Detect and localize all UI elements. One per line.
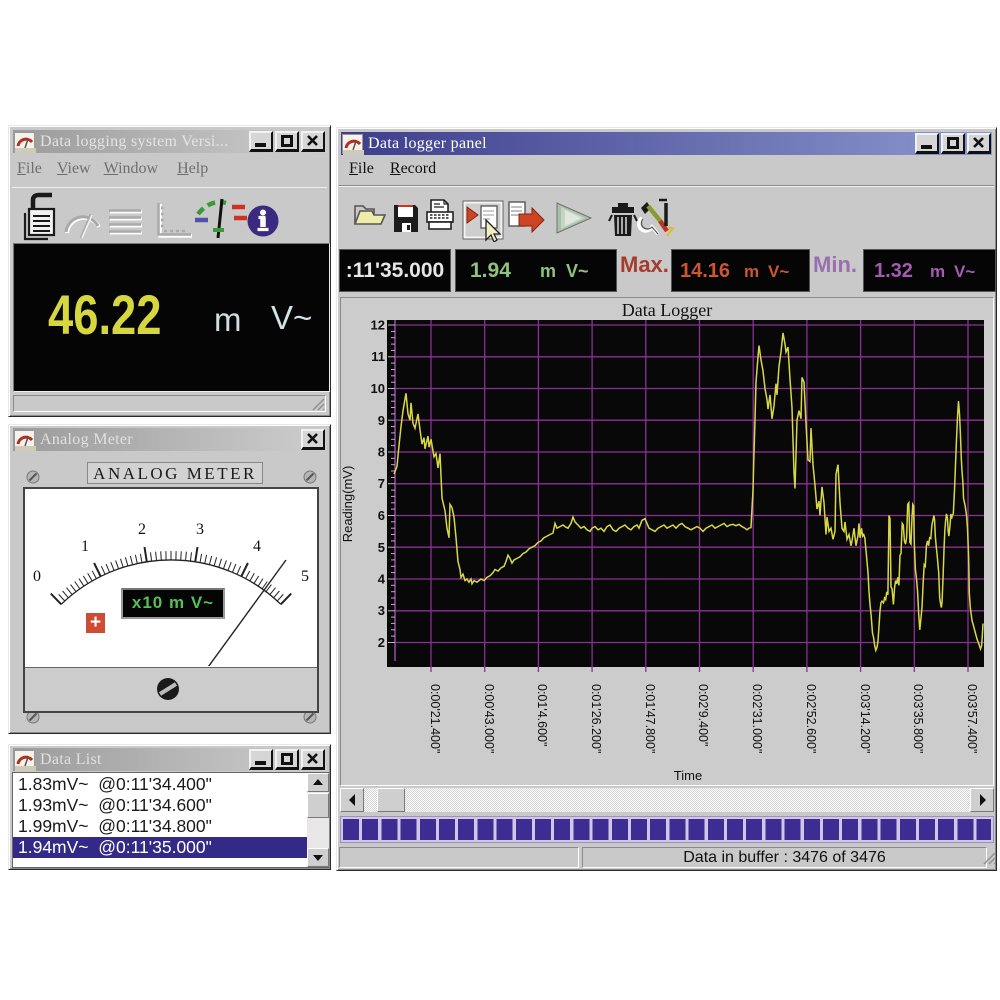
svg-text:3: 3: [378, 603, 385, 618]
svg-text:9: 9: [378, 413, 385, 428]
svg-text:5: 5: [378, 540, 385, 555]
svg-text:0:01'4.600": 0:01'4.600": [535, 684, 549, 746]
svg-text:0:03'14.200": 0:03'14.200": [858, 684, 872, 753]
svg-text:7: 7: [378, 476, 385, 491]
svg-text:0:02'9.400": 0:02'9.400": [696, 684, 710, 746]
svg-text:0: 0: [33, 568, 41, 585]
svg-text:12: 12: [371, 318, 385, 333]
svg-text:10: 10: [371, 381, 385, 396]
svg-text:8: 8: [378, 445, 385, 460]
svg-text:2: 2: [138, 521, 146, 538]
svg-text:4: 4: [253, 538, 261, 555]
svg-text:Time: Time: [674, 768, 702, 783]
svg-text:6: 6: [378, 508, 385, 523]
svg-text:3: 3: [196, 521, 204, 538]
svg-text:0:01'47.800": 0:01'47.800": [643, 684, 657, 753]
svg-text:0:01'26.200": 0:01'26.200": [589, 684, 603, 753]
svg-text:11: 11: [371, 349, 385, 364]
svg-text:0:00'43.000": 0:00'43.000": [482, 684, 496, 753]
svg-text:0:03'57.400": 0:03'57.400": [965, 684, 979, 753]
svg-text:Reading(mV): Reading(mV): [341, 466, 355, 543]
svg-text:0:02'52.600": 0:02'52.600": [804, 684, 818, 753]
svg-text:5: 5: [301, 568, 309, 585]
svg-text:2: 2: [378, 635, 385, 650]
svg-text:0:00'21.400": 0:00'21.400": [428, 684, 442, 753]
svg-text:4: 4: [378, 572, 386, 587]
svg-text:0:03'35.800": 0:03'35.800": [911, 684, 925, 753]
svg-text:0:02'31.000": 0:02'31.000": [750, 684, 764, 753]
svg-text:1: 1: [81, 538, 89, 555]
